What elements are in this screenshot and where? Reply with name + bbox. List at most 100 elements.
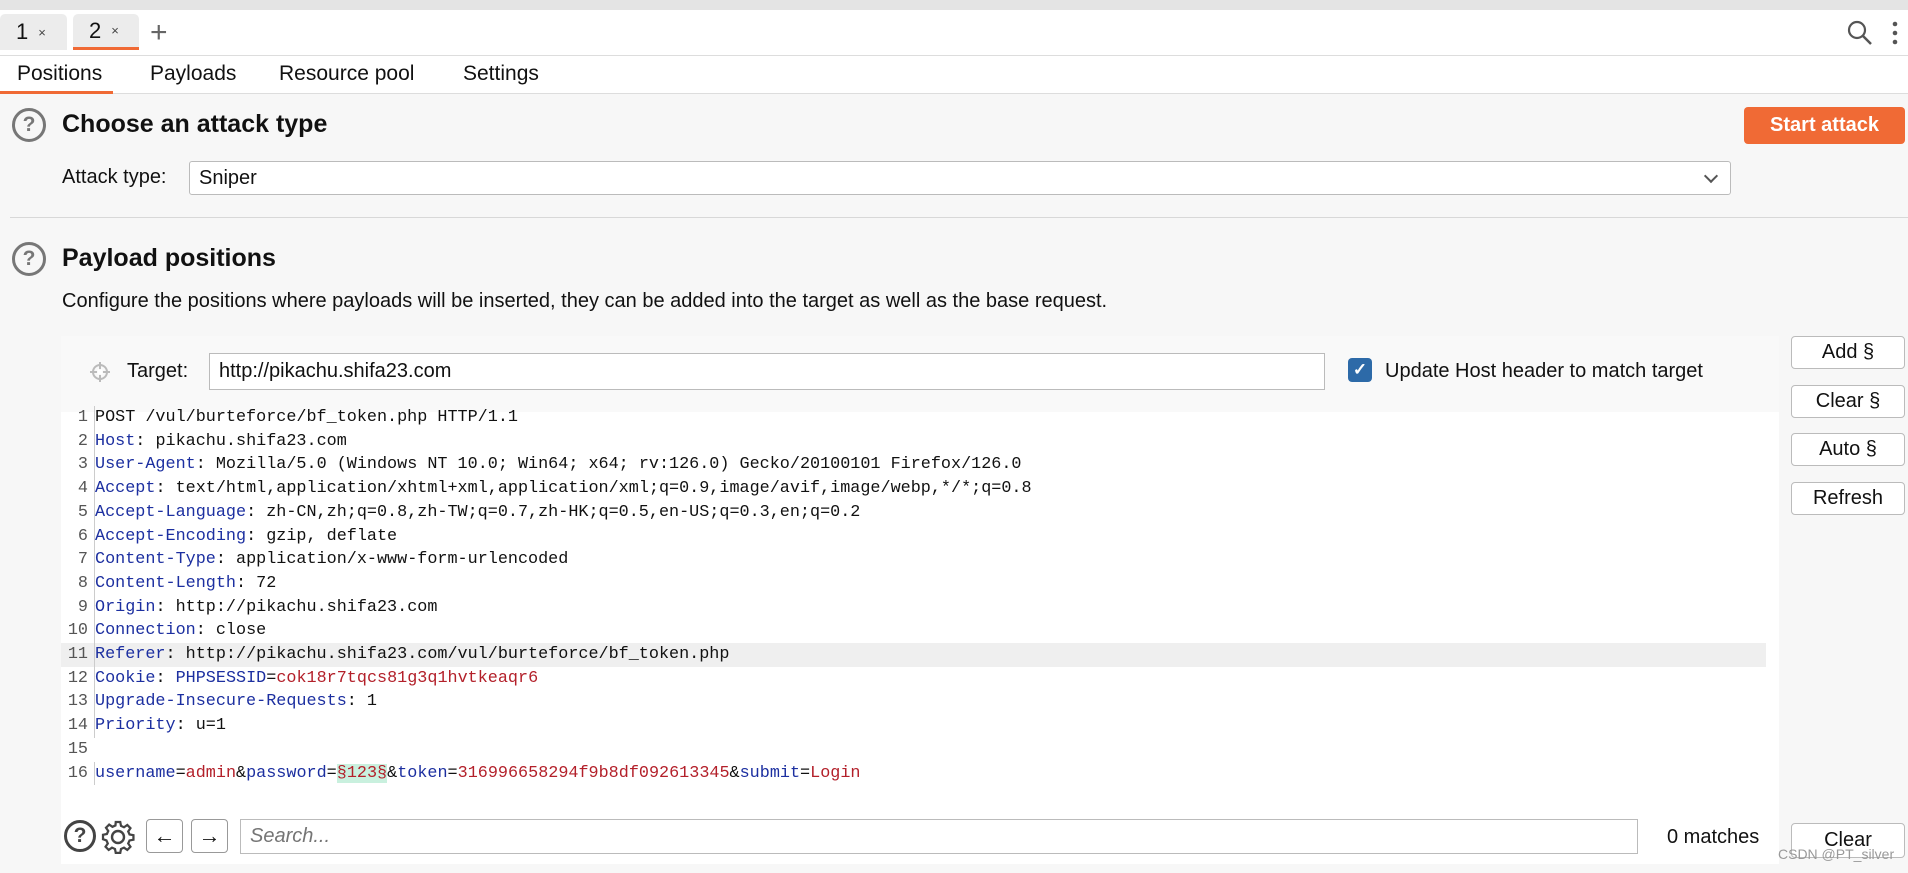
tab-resource-pool[interactable]: Resource pool — [263, 60, 430, 94]
auto-markers-button[interactable]: Auto § — [1791, 433, 1905, 466]
text-segment: : close — [195, 621, 267, 641]
line-number: 6 — [77, 526, 88, 546]
request-line[interactable]: 7 Content-Type: application/x-www-form-ur… — [61, 548, 1766, 572]
text-segment: & — [729, 763, 740, 783]
line-text: Connection: close — [94, 619, 266, 643]
request-line[interactable]: 11 Referer: http://pikachu.shifa23.com/vu… — [61, 643, 1766, 667]
previous-match-button[interactable]: ← — [146, 819, 183, 853]
refresh-button[interactable]: Refresh — [1791, 482, 1905, 515]
text-segment: : http://pikachu.shifa23.com/vul/burtefo… — [165, 645, 730, 664]
param-value: admin — [185, 763, 237, 783]
header-name: Priority — [95, 716, 176, 736]
text-segment: : Mozilla/5.0 (Windows NT 10.0; Win64; x… — [195, 455, 1022, 475]
request-line[interactable]: 1 POST /vul/burteforce/bf_token.php HTTP/… — [61, 406, 1766, 430]
text-segment: : — [155, 668, 176, 688]
tab-2[interactable]: 2 × — [73, 14, 139, 50]
close-icon[interactable]: × — [111, 23, 119, 38]
request-line[interactable]: 5 Accept-Language: zh-CN,zh;q=0.8,zh-TW;q… — [61, 500, 1766, 525]
text-segment: : http://pikachu.shifa23.com — [155, 597, 438, 617]
crosshair-icon — [90, 362, 110, 382]
line-text: Priority: u=1 — [94, 714, 226, 738]
line-number: 14 — [67, 716, 88, 736]
request-line[interactable]: 9 Origin: http://pikachu.shifa23.com — [61, 595, 1766, 620]
watermark: CSDN @PT_silver — [1778, 846, 1895, 862]
header-name: Accept-Encoding — [95, 526, 247, 546]
text-segment: = — [175, 763, 186, 783]
text-segment: : zh-CN,zh;q=0.8,zh-TW;q=0.7,zh-HK;q=0.5… — [246, 502, 861, 522]
add-marker-button[interactable]: Add § — [1791, 336, 1905, 369]
text-segment: = — [326, 763, 337, 783]
start-attack-button[interactable]: Start attack — [1744, 107, 1905, 144]
param-value: cok18r7tqcs81g3q1hvtkeaqr6 — [276, 668, 539, 688]
update-host-label: Update Host header to match target — [1385, 360, 1703, 382]
request-line[interactable]: 16 username=admin&password=§123§&token=31… — [61, 761, 1766, 786]
request-line[interactable]: 12 Cookie: PHPSESSID=cok18r7tqcs81g3q1hvt… — [61, 666, 1766, 691]
target-input[interactable]: http://pikachu.shifa23.com — [209, 353, 1325, 390]
line-text: Origin: http://pikachu.shifa23.com — [94, 595, 438, 620]
request-line[interactable]: 3 User-Agent: Mozilla/5.0 (Windows NT 10.… — [61, 453, 1766, 478]
header-name: Referer — [95, 645, 166, 664]
request-line[interactable]: 15 — [61, 738, 1766, 762]
header-name: Content-Type — [95, 550, 216, 570]
header-name: User-Agent — [95, 455, 196, 475]
line-number: 15 — [67, 739, 88, 759]
search-icon[interactable] — [1847, 20, 1873, 46]
line-number: 4 — [77, 479, 88, 499]
line-number: 3 — [77, 455, 88, 475]
request-line[interactable]: 2 Host: pikachu.shifa23.com — [61, 429, 1766, 454]
target-label: Target: — [127, 360, 189, 382]
line-text: Upgrade-Insecure-Requests: 1 — [94, 690, 377, 715]
header-name: Connection — [95, 621, 196, 641]
header-name: PHPSESSID — [175, 668, 267, 688]
tab-payloads[interactable]: Payloads — [134, 60, 252, 94]
gear-icon[interactable] — [100, 819, 136, 855]
line-text: Referer: http://pikachu.shifa23.com/vul/… — [94, 643, 729, 667]
line-number: 11 — [67, 645, 88, 664]
line-text: Cookie: PHPSESSID=cok18r7tqcs81g3q1hvtke… — [94, 666, 539, 691]
request-line[interactable]: 8 Content-Length: 72 — [61, 571, 1766, 596]
add-tab-button[interactable]: + — [150, 18, 168, 48]
text-segment: : text/html,application/xhtml+xml,applic… — [155, 479, 1032, 499]
section-title-attack-type: Choose an attack type — [62, 110, 328, 138]
arrow-left-icon: ← — [153, 823, 176, 848]
help-icon[interactable]: ? — [12, 108, 46, 142]
attack-type-label: Attack type: — [62, 166, 167, 188]
text-segment: : application/x-www-form-urlencoded — [215, 550, 569, 570]
tab-bar: 1 × 2 × + — [0, 10, 1908, 56]
update-host-checkbox[interactable]: ✓ — [1348, 358, 1372, 382]
line-text: Content-Length: 72 — [94, 571, 276, 596]
text-segment: : gzip, deflate — [246, 526, 398, 546]
header-name: Host — [95, 431, 136, 451]
text-segment: = — [800, 763, 811, 783]
param-value: 316996658294f9b8df092613345 — [457, 763, 730, 783]
text-segment: POST /vul/burteforce/bf_token.php HTTP/1… — [95, 408, 518, 427]
search-input[interactable] — [240, 819, 1638, 854]
request-line[interactable]: 4 Accept: text/html,application/xhtml+xml… — [61, 477, 1766, 501]
header-name: Content-Length — [95, 573, 236, 593]
text-segment: : u=1 — [175, 716, 226, 736]
tab-label: 1 — [16, 19, 29, 44]
attack-type-select[interactable]: Sniper — [189, 161, 1731, 195]
request-line[interactable]: 6 Accept-Encoding: gzip, deflate — [61, 524, 1766, 549]
clear-markers-button[interactable]: Clear § — [1791, 385, 1905, 418]
text-segment: = — [266, 668, 277, 688]
help-icon[interactable]: ? — [12, 242, 46, 276]
request-body[interactable]: 1 POST /vul/burteforce/bf_token.php HTTP/… — [61, 406, 1779, 810]
line-number: 16 — [67, 763, 88, 783]
tab-1[interactable]: 1 × — [0, 14, 67, 50]
request-line[interactable]: 14 Priority: u=1 — [61, 714, 1766, 738]
next-match-button[interactable]: → — [191, 819, 228, 853]
header-name: Accept — [95, 479, 156, 499]
help-icon[interactable]: ? — [64, 820, 96, 852]
arrow-right-icon: → — [198, 823, 221, 848]
more-options-icon[interactable] — [1890, 20, 1900, 46]
request-line[interactable]: 13 Upgrade-Insecure-Requests: 1 — [61, 690, 1766, 715]
line-number: 5 — [77, 502, 88, 522]
tab-settings[interactable]: Settings — [447, 60, 555, 94]
attack-type-value: Sniper — [199, 167, 257, 189]
line-text: Accept-Encoding: gzip, deflate — [94, 524, 398, 549]
text-segment: : 1 — [346, 692, 377, 712]
tab-positions[interactable]: Positions — [0, 60, 113, 94]
request-line[interactable]: 10 Connection: close — [61, 619, 1766, 643]
close-icon[interactable]: × — [38, 25, 46, 40]
